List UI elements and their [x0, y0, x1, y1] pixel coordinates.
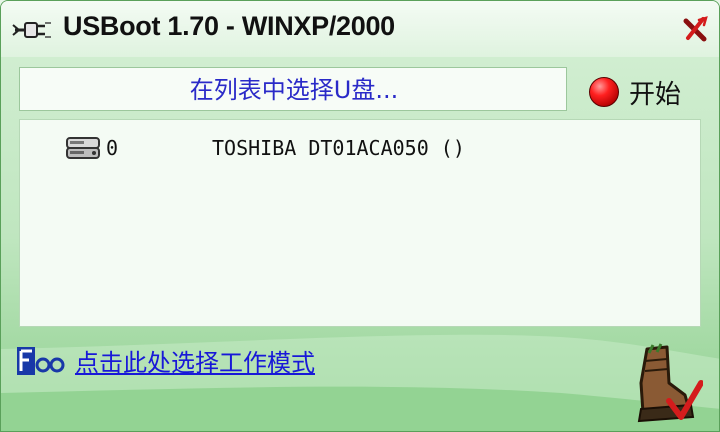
usb-plug-icon	[12, 22, 51, 38]
boot-checkmark-icon[interactable]	[623, 343, 703, 427]
red-record-icon	[589, 77, 619, 107]
device-name: TOSHIBA DT01ACA050 ()	[212, 136, 465, 160]
work-mode-link[interactable]: 点击此处选择工作模式	[75, 343, 315, 378]
close-button[interactable]	[681, 15, 709, 43]
status-box: 在列表中选择U盘...	[19, 67, 567, 111]
foo-logo-icon	[17, 347, 65, 375]
start-button-label: 开始	[629, 80, 682, 110]
device-list[interactable]: 0 TOSHIBA DT01ACA050 ()	[19, 119, 701, 327]
title-bar[interactable]: USBoot 1.70 - WINXP/2000	[1, 1, 719, 57]
start-button[interactable]: 开始	[585, 71, 705, 111]
usboot-window: USBoot 1.70 - WINXP/2000 在列表中选择U盘... 开始 …	[0, 0, 720, 432]
window-title: USBoot 1.70 - WINXP/2000	[63, 11, 395, 41]
status-message: 在列表中选择U盘...	[189, 76, 399, 104]
hard-drive-icon	[66, 137, 100, 159]
device-row[interactable]: 0 TOSHIBA DT01ACA050 ()	[20, 126, 700, 166]
device-index: 0	[106, 136, 119, 160]
